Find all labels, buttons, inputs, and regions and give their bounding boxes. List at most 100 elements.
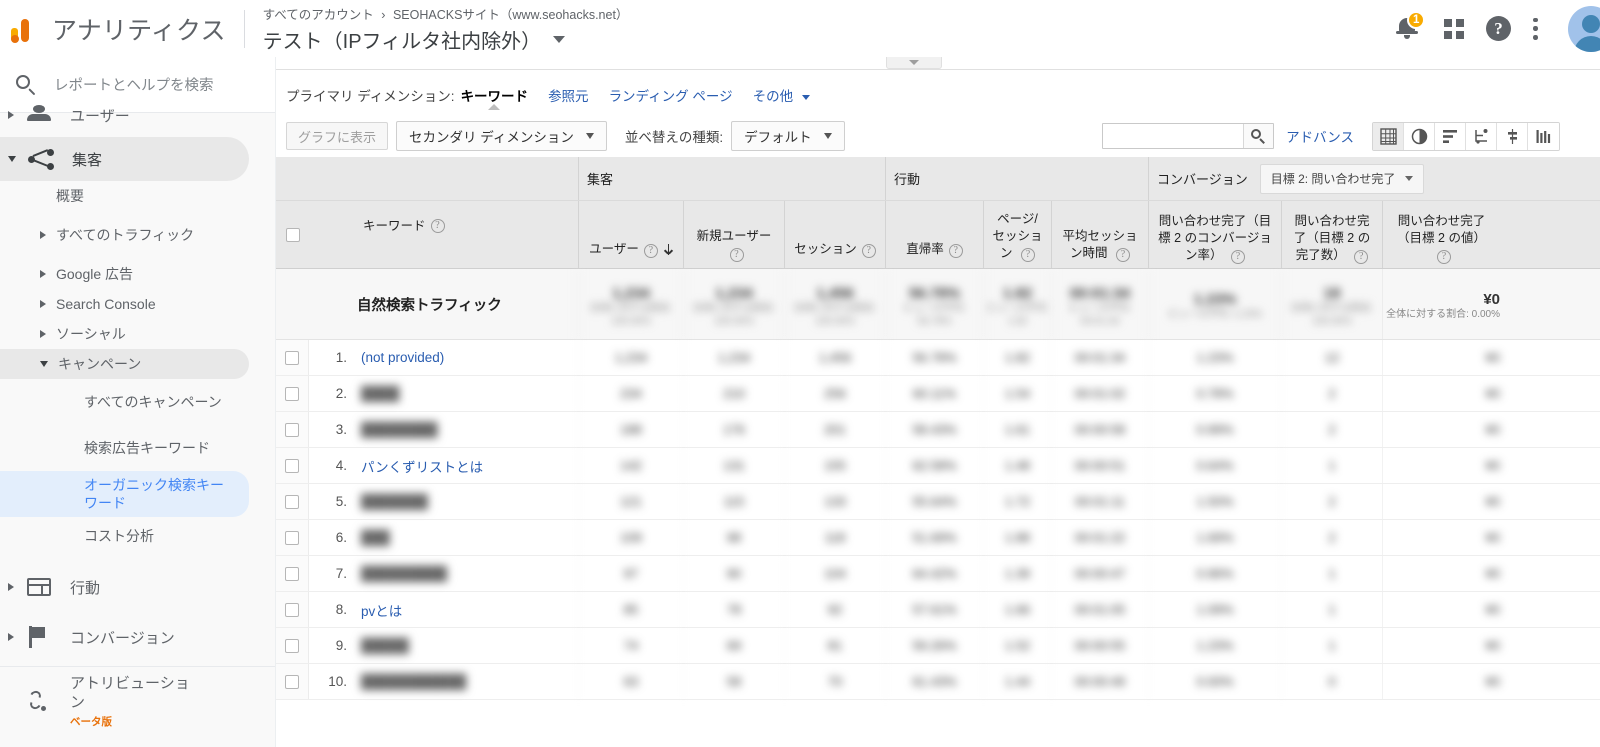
collapse-chart-toggle[interactable] <box>886 57 942 69</box>
column-header-keyword[interactable]: キーワード ? <box>309 201 578 268</box>
table-row[interactable]: 3. ████████ 188 176 201 58.43% 1.61 00:00:58 0.9… <box>276 412 1600 448</box>
table-row[interactable]: 8. pvとは 85 78 92 57.61% 1.66 00:01:05 1.09% 1 ¥0 <box>276 592 1600 628</box>
help-icon[interactable]: ? <box>643 244 658 258</box>
row-select-cell[interactable] <box>276 664 309 699</box>
help-icon[interactable]: ? <box>729 248 744 262</box>
conversion-goal-selector[interactable]: 目標 2: 問い合わせ完了 <box>1259 163 1425 194</box>
column-header-avg-session-duration[interactable]: 平均セッション時間 ? <box>1051 201 1148 268</box>
table-search-input[interactable] <box>1103 124 1243 148</box>
table-row[interactable]: 7. █████████ 97 90 104 64.42% 1.39 00:00:47 0.96… <box>276 556 1600 592</box>
sidebar-item-social[interactable]: ソーシャル <box>0 319 249 349</box>
row-checkbox[interactable] <box>285 458 299 473</box>
sidebar-item-cost-analysis[interactable]: コスト分析 <box>0 521 249 551</box>
sidebar-item-overview[interactable]: 概要 <box>0 181 249 211</box>
table-row[interactable]: 9. █████ 74 69 81 59.26% 1.52 00:00:55 1.23% 1 ¥0 <box>276 628 1600 664</box>
row-select-cell[interactable] <box>276 340 309 375</box>
help-icon[interactable]: ? <box>861 244 876 258</box>
row-checkbox[interactable] <box>285 674 299 689</box>
sidebar-item-search-console[interactable]: Search Console <box>0 289 249 319</box>
row-select-cell[interactable] <box>276 556 309 591</box>
secondary-dimension-button[interactable]: セカンダリ ディメンション <box>396 121 607 151</box>
row-select-cell[interactable] <box>276 592 309 627</box>
column-header-goal2-value[interactable]: 問い合わせ完了（目標 2 の値） ? <box>1382 201 1500 268</box>
keyword-link[interactable]: ███████ <box>361 494 428 509</box>
notifications-bell-icon[interactable]: 1 <box>1396 10 1426 42</box>
help-icon[interactable]: ? <box>1231 250 1245 264</box>
keyword-link[interactable]: パンくずリストとは <box>361 456 483 476</box>
row-checkbox[interactable] <box>285 530 299 545</box>
primary-dimension-current[interactable]: キーワード <box>461 85 528 110</box>
row-checkbox[interactable] <box>285 566 299 581</box>
row-select-cell[interactable] <box>276 484 309 519</box>
row-checkbox[interactable] <box>285 350 299 365</box>
table-row[interactable]: 4. パンくずリストとは 142 131 155 62.58% 1.48 00:00:51 0.… <box>276 448 1600 484</box>
row-checkbox[interactable] <box>285 422 299 437</box>
keyword-link[interactable]: ███████████ <box>361 674 466 689</box>
table-search-button[interactable] <box>1243 124 1274 148</box>
plot-rows-button[interactable]: グラフに表示 <box>286 122 389 150</box>
breadcrumb-all-accounts[interactable]: すべてのアカウント <box>263 8 374 22</box>
account-selector[interactable]: すべてのアカウント › SEOHACKSサイト（www.seohacks.net… <box>263 4 629 54</box>
table-row[interactable]: 1. (not provided) 1,234 1,234 1,456 56.78% 1.8… <box>276 340 1600 376</box>
select-all-header[interactable] <box>276 201 309 268</box>
row-checkbox[interactable] <box>285 386 299 401</box>
help-icon[interactable]: ? <box>1116 248 1130 262</box>
row-select-cell[interactable] <box>276 628 309 663</box>
keyword-link[interactable]: (not provided) <box>361 350 444 365</box>
pie-chart-view-icon[interactable] <box>1404 122 1435 150</box>
table-view-icon[interactable] <box>1373 122 1404 150</box>
dimension-more-menu[interactable]: その他 <box>753 85 810 105</box>
sort-type-select[interactable]: デフォルト <box>731 121 845 151</box>
table-row[interactable]: 6. ███ 109 98 118 51.69% 1.88 00:01:22 1.69% 2 ¥0 <box>276 520 1600 556</box>
table-row[interactable]: 2. ████ 234 210 256 60.11% 1.54 00:01:02 0.78% 2 ¥… <box>276 376 1600 412</box>
sidebar-item-campaigns[interactable]: キャンペーン <box>0 349 249 379</box>
dimension-link-landing-page[interactable]: ランディング ページ <box>609 85 733 105</box>
help-icon[interactable]: ? <box>1354 250 1369 264</box>
keyword-link[interactable]: ████████ <box>361 422 438 437</box>
sidebar-item-conversions[interactable]: コンバージョン <box>0 615 249 659</box>
sidebar-item-users[interactable]: ユーザー <box>0 93 249 137</box>
help-icon[interactable]: ? <box>430 219 445 233</box>
column-header-goal2-completions[interactable]: 問い合わせ完了（目標 2 の完了数） ? <box>1281 201 1382 268</box>
select-all-checkbox[interactable] <box>285 227 300 242</box>
column-header-users[interactable]: ユーザー ? <box>578 201 683 268</box>
performance-view-icon[interactable] <box>1466 122 1497 150</box>
keyword-link[interactable]: █████ <box>361 638 409 653</box>
sort-descending-icon[interactable] <box>664 244 673 258</box>
row-checkbox[interactable] <box>285 602 299 617</box>
help-icon[interactable]: ? <box>1021 248 1035 262</box>
sidebar-item-google-ads[interactable]: Google 広告 <box>0 259 249 289</box>
help-icon[interactable]: ? <box>948 244 963 258</box>
view-title[interactable]: テスト（IPフィルタ社内除外） <box>263 25 542 54</box>
row-select-cell[interactable] <box>276 376 309 411</box>
help-icon[interactable]: ? <box>1486 16 1511 41</box>
table-row[interactable]: 10. ███████████ 63 58 70 61.43% 1.44 00:00:49 0.… <box>276 664 1600 700</box>
column-header-goal2-conversion-rate[interactable]: 問い合わせ完了（目標 2 のコンバージョン率） ? <box>1148 201 1281 268</box>
pivot-view-icon[interactable] <box>1528 122 1559 150</box>
breadcrumb-property[interactable]: SEOHACKSサイト（www.seohacks.net） <box>393 8 629 22</box>
sidebar-item-paid-keywords[interactable]: 検索広告キーワード <box>0 425 249 471</box>
row-select-cell[interactable] <box>276 412 309 447</box>
sidebar-item-attribution[interactable]: アトリビューション ベータ版 <box>0 673 249 729</box>
dimension-link-source[interactable]: 参照元 <box>548 85 589 105</box>
comparison-view-icon[interactable] <box>1497 122 1528 150</box>
kebab-menu-icon[interactable] <box>1533 17 1538 40</box>
avatar[interactable] <box>1568 5 1600 52</box>
column-header-pages-per-session[interactable]: ページ/セッション ? <box>983 201 1051 268</box>
column-header-new-users[interactable]: 新規ユーザー ? <box>683 201 784 268</box>
help-icon[interactable]: ? <box>1437 250 1451 264</box>
sidebar-item-all-traffic[interactable]: すべてのトラフィック <box>0 211 249 259</box>
sidebar-item-behavior[interactable]: 行動 <box>0 565 249 609</box>
apps-grid-icon[interactable] <box>1444 18 1464 39</box>
chevron-down-icon[interactable] <box>553 35 566 43</box>
column-header-sessions[interactable]: セッション ? <box>784 201 885 268</box>
row-checkbox[interactable] <box>285 638 299 653</box>
advanced-filter-link[interactable]: アドバンス <box>1286 126 1354 146</box>
row-select-cell[interactable] <box>276 520 309 555</box>
bar-chart-view-icon[interactable] <box>1435 122 1466 150</box>
column-header-bounce-rate[interactable]: 直帰率 ? <box>885 201 983 268</box>
keyword-link[interactable]: pvとは <box>361 600 402 620</box>
row-select-cell[interactable] <box>276 448 309 483</box>
sidebar-search-placeholder[interactable]: レポートとヘルプを検索 <box>54 74 214 95</box>
table-row[interactable]: 5. ███████ 121 115 133 55.64% 1.72 00:01:11 1.50… <box>276 484 1600 520</box>
